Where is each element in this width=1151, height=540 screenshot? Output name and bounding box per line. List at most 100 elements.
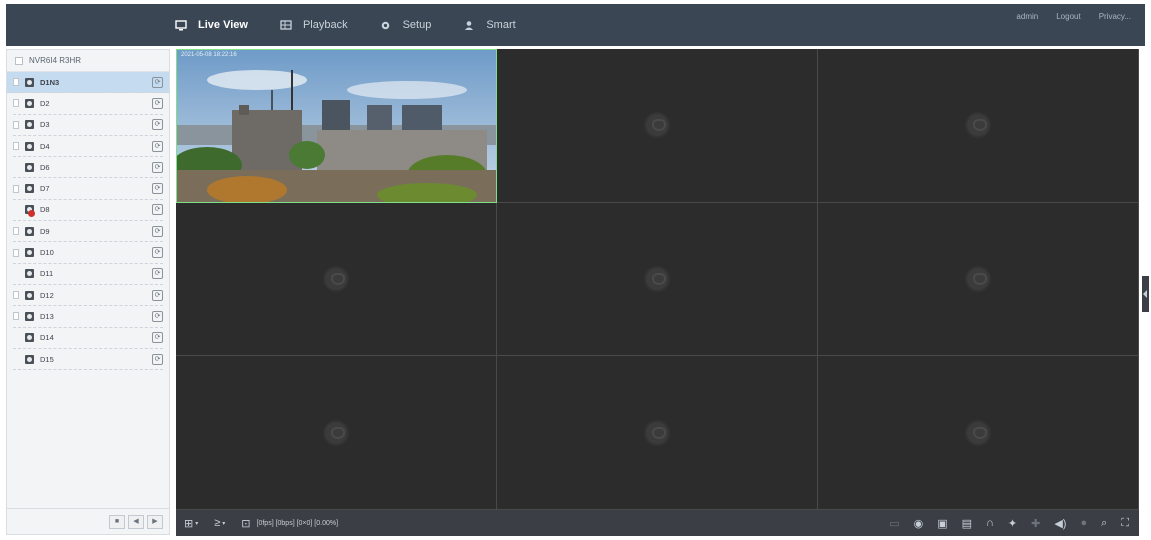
camera-checkbox[interactable] [13, 142, 19, 151]
start-live-icon[interactable]: ⟳ [152, 332, 163, 344]
prev-page-button[interactable]: ◀ [128, 514, 144, 529]
start-live-icon[interactable]: ⟳ [152, 204, 163, 216]
nav-playback[interactable]: Playback [279, 19, 348, 31]
camera-item[interactable]: D15 ⟳ [13, 349, 163, 371]
lock-icon[interactable]: ⊡ [241, 517, 250, 530]
camera-item[interactable]: D14 ⟳ [13, 328, 163, 349]
video-tile-9[interactable] [818, 356, 1139, 510]
camera-name: D15 [40, 354, 54, 364]
video-tile-5[interactable] [497, 202, 818, 357]
start-live-icon[interactable]: ⟳ [152, 183, 163, 195]
camera-checkbox[interactable] [13, 78, 19, 87]
camera-name: D7 [40, 184, 50, 194]
start-live-icon[interactable]: ⟳ [152, 310, 163, 322]
nav-smart[interactable]: Smart [462, 19, 516, 31]
camera-item[interactable]: D8 ⟳ [13, 200, 163, 222]
camera-checkbox[interactable] [13, 120, 19, 129]
privacy-link[interactable]: Privacy... [1099, 12, 1131, 21]
video-tile-1[interactable]: 2021-05-08 18:22:16 [176, 49, 497, 203]
camera-icon [25, 248, 34, 258]
start-live-icon[interactable]: ⟳ [152, 76, 163, 88]
camera-item[interactable]: D1N3 ⟳ [7, 72, 169, 94]
camera-icon [25, 184, 34, 194]
video-tile-4[interactable] [176, 202, 497, 357]
start-live-icon[interactable]: ⟳ [152, 353, 163, 365]
no-video-icon [646, 421, 668, 444]
stream-icon[interactable]: ≥ ▾ [214, 517, 225, 529]
camera-item[interactable]: D2 ⟳ [13, 93, 163, 115]
monitor-icon [174, 19, 188, 31]
collapse-panel-handle[interactable] [1142, 276, 1149, 312]
volume-icon[interactable]: ◀) [1054, 517, 1066, 530]
camera-item[interactable]: D10 ⟳ [13, 242, 163, 264]
start-live-icon[interactable]: ⟳ [152, 140, 163, 152]
camera-item[interactable]: D4 ⟳ [13, 136, 163, 158]
ptz-icon[interactable]: ✦ [1008, 517, 1017, 530]
video-tile-3[interactable] [818, 49, 1139, 203]
stop-all-button[interactable]: ■ [109, 514, 125, 529]
device-sidebar: NVR6I4 R3HR D1N3 ⟳ D2 ⟳ D3 ⟳ D4 ⟳ D6 ⟳ D7 ⟳ D8 ⟳ D9 ⟳ D1… [6, 49, 170, 535]
camera-item[interactable]: D6 ⟳ [13, 157, 163, 179]
layout-grid-icon[interactable]: ⊞ ▾ [184, 517, 198, 530]
expand-toggle[interactable] [15, 56, 23, 65]
audio-icon[interactable]: ∩ [986, 517, 994, 529]
camera-checkbox[interactable] [13, 291, 19, 300]
device-tree-root[interactable]: NVR6I4 R3HR [7, 50, 169, 72]
fullscreen-icon[interactable]: ⛶ [1121, 517, 1129, 530]
logout-link[interactable]: Logout [1056, 12, 1080, 21]
start-live-icon[interactable]: ⟳ [152, 247, 163, 259]
camera-checkbox[interactable] [13, 248, 19, 257]
camera-item[interactable]: D11 ⟳ [13, 264, 163, 285]
video-tile-7[interactable] [176, 356, 497, 510]
username[interactable]: admin [1016, 12, 1038, 21]
camera-checkbox[interactable] [13, 99, 19, 108]
camera-name: D9 [40, 226, 50, 236]
camera-name: D13 [40, 311, 54, 321]
main-nav: Live View Playback Setup Smart [174, 4, 547, 46]
film-icon [279, 19, 293, 31]
video-tile-8[interactable] [497, 356, 818, 510]
camera-name: D4 [40, 141, 50, 151]
camera-item[interactable]: D9 ⟳ [13, 221, 163, 243]
start-live-icon[interactable]: ⟳ [152, 289, 163, 301]
record-icon[interactable]: ▤ [962, 517, 972, 530]
snapshot-icon[interactable]: ▣ [937, 517, 947, 530]
zoom-icon[interactable]: ✚ [1031, 517, 1040, 530]
camera-item[interactable]: D13 ⟳ [13, 306, 163, 328]
start-live-icon[interactable]: ⟳ [152, 225, 163, 237]
camera-checkbox[interactable] [13, 227, 19, 236]
speedometer-icon[interactable]: ◉ [914, 517, 924, 530]
no-video-icon [967, 421, 989, 444]
next-page-button[interactable]: ▶ [147, 514, 163, 529]
camera-icon [25, 162, 34, 172]
nav-live-view[interactable]: Live View [174, 19, 248, 31]
nav-setup[interactable]: Setup [379, 19, 431, 31]
no-video-icon [967, 267, 989, 290]
keyboard-icon[interactable]: ▭ [889, 517, 899, 530]
gear-icon [379, 19, 393, 31]
camera-item[interactable]: D12 ⟳ [13, 285, 163, 307]
video-tile-2[interactable] [497, 49, 818, 203]
start-live-icon[interactable]: ⟳ [152, 119, 163, 131]
camera-icon [25, 205, 35, 218]
camera-checkbox [13, 355, 19, 363]
mic-icon[interactable]: ● [1080, 517, 1087, 529]
no-video-icon [646, 114, 668, 137]
camera-checkbox[interactable] [13, 312, 19, 321]
offline-badge-icon [28, 210, 35, 218]
digital-zoom-icon[interactable]: ⌕ [1101, 517, 1107, 530]
camera-name: D10 [40, 248, 54, 258]
camera-icon [25, 226, 34, 236]
no-video-icon [325, 421, 347, 444]
video-tile-6[interactable] [818, 202, 1139, 357]
camera-item[interactable]: D3 ⟳ [13, 115, 163, 136]
start-live-icon[interactable]: ⟳ [152, 268, 163, 280]
start-live-icon[interactable]: ⟳ [152, 97, 163, 109]
camera-feed-image [177, 50, 496, 202]
camera-name: D3 [40, 120, 50, 130]
camera-icon [25, 77, 34, 87]
camera-item[interactable]: D7 ⟳ [13, 178, 163, 200]
start-live-icon[interactable]: ⟳ [152, 161, 163, 173]
no-video-icon [325, 267, 347, 290]
camera-checkbox[interactable] [13, 184, 19, 193]
